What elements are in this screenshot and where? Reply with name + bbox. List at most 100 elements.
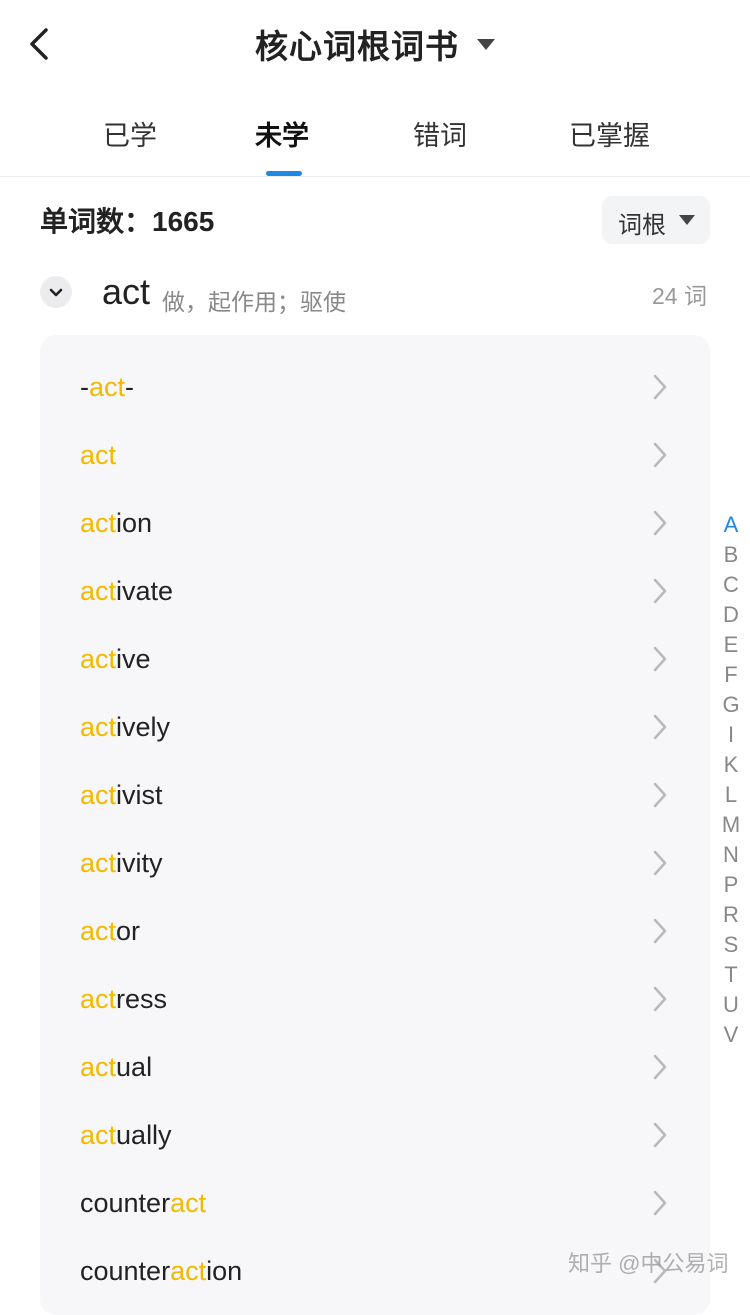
- word-count: 单词数：1665: [40, 206, 215, 237]
- root-highlight: act: [80, 1052, 117, 1082]
- caret-down-icon: [679, 215, 695, 225]
- alphabet-index-letter[interactable]: L: [718, 780, 744, 810]
- tab-wrong-words[interactable]: 错词: [413, 114, 467, 153]
- root-highlight: act: [80, 508, 117, 538]
- word-label: counteract: [80, 1188, 206, 1219]
- word-label: actor: [80, 916, 140, 947]
- alphabet-index-letter[interactable]: B: [718, 540, 744, 570]
- sort-label: 词根: [618, 212, 666, 239]
- word-suffix: ivist: [116, 780, 163, 810]
- word-label: act: [80, 440, 116, 471]
- word-label: counteraction: [80, 1256, 242, 1287]
- alphabet-index-letter[interactable]: U: [718, 990, 744, 1020]
- word-row[interactable]: activate: [40, 558, 710, 626]
- alphabet-index-letter[interactable]: T: [718, 960, 744, 990]
- chevron-right-icon: [653, 1122, 667, 1148]
- word-suffix: -: [125, 372, 135, 402]
- root-highlight: act: [80, 984, 117, 1014]
- word-row[interactable]: active: [40, 626, 710, 694]
- word-label: activist: [80, 780, 163, 811]
- word-row[interactable]: actress: [40, 966, 710, 1034]
- chevron-right-icon: [653, 578, 667, 604]
- word-prefix: -: [80, 372, 89, 402]
- word-row[interactable]: actually: [40, 1102, 710, 1170]
- alphabet-index-letter[interactable]: F: [718, 660, 744, 690]
- chevron-right-icon: [653, 442, 667, 468]
- word-label: activate: [80, 576, 173, 607]
- root-highlight: act: [80, 440, 117, 470]
- root-highlight: act: [80, 780, 117, 810]
- word-row[interactable]: act: [40, 422, 710, 490]
- word-label: actually: [80, 1120, 172, 1151]
- root-highlight: act: [80, 1120, 117, 1150]
- word-prefix: counter: [80, 1188, 171, 1218]
- tab-learned[interactable]: 已学: [103, 114, 157, 153]
- tab-unlearned[interactable]: 未学: [255, 114, 309, 153]
- word-suffix: ivate: [116, 576, 174, 606]
- caret-down-icon: [477, 38, 495, 50]
- word-label: active: [80, 644, 151, 675]
- root-highlight: act: [89, 372, 126, 402]
- word-suffix: ive: [116, 644, 151, 674]
- watermark: 知乎 @中公易词: [568, 1251, 729, 1276]
- word-suffix: or: [116, 916, 141, 946]
- root-meaning: 做，起作用；驱使: [162, 289, 346, 315]
- word-row[interactable]: actively: [40, 694, 710, 762]
- chevron-right-icon: [653, 850, 667, 876]
- word-list: -act-act action activate active actively acti…: [40, 335, 710, 1315]
- alphabet-index-letter[interactable]: K: [718, 750, 744, 780]
- chevron-right-icon: [653, 1190, 667, 1216]
- word-row[interactable]: actual: [40, 1034, 710, 1102]
- chevron-right-icon: [653, 782, 667, 808]
- word-suffix: ion: [116, 508, 153, 538]
- alphabet-index-letter[interactable]: E: [718, 630, 744, 660]
- alphabet-index-letter[interactable]: N: [718, 840, 744, 870]
- alphabet-index-letter[interactable]: A: [718, 510, 744, 540]
- word-row[interactable]: action: [40, 490, 710, 558]
- word-suffix: ress: [116, 984, 168, 1014]
- chevron-right-icon: [653, 646, 667, 672]
- root-highlight: act: [170, 1188, 207, 1218]
- root-highlight: act: [80, 916, 117, 946]
- alphabet-index-letter[interactable]: R: [718, 900, 744, 930]
- word-row[interactable]: activity: [40, 830, 710, 898]
- root-highlight: act: [80, 848, 117, 878]
- page-title: 核心词根词书: [255, 28, 459, 65]
- tab-mastered[interactable]: 已掌握: [569, 114, 650, 153]
- word-label: activity: [80, 848, 163, 879]
- active-tab-indicator: [266, 171, 302, 176]
- word-suffix: ual: [116, 1052, 153, 1082]
- sort-dropdown[interactable]: 词根: [602, 196, 710, 244]
- alphabet-index-letter[interactable]: G: [718, 690, 744, 720]
- alphabet-index-letter[interactable]: V: [718, 1020, 744, 1050]
- word-suffix: ually: [116, 1120, 172, 1150]
- word-label: actual: [80, 1052, 152, 1083]
- root-highlight: act: [80, 576, 117, 606]
- alphabet-index-letter[interactable]: I: [718, 720, 744, 750]
- chevron-down-icon: [49, 288, 63, 297]
- word-row[interactable]: actor: [40, 898, 710, 966]
- word-label: actress: [80, 984, 167, 1015]
- chevron-right-icon: [653, 918, 667, 944]
- alphabet-index-letter[interactable]: C: [718, 570, 744, 600]
- collapse-toggle-button[interactable]: [40, 276, 72, 308]
- alphabet-index-letter[interactable]: M: [718, 810, 744, 840]
- word-row[interactable]: activist: [40, 762, 710, 830]
- chevron-right-icon: [653, 374, 667, 400]
- root-word-count: 24 词: [652, 283, 707, 309]
- word-suffix: ively: [116, 712, 171, 742]
- chevron-right-icon: [653, 714, 667, 740]
- alphabet-index-letter[interactable]: D: [718, 600, 744, 630]
- word-prefix: counter: [80, 1256, 171, 1286]
- word-row[interactable]: -act-: [40, 354, 710, 422]
- chevron-right-icon: [653, 1054, 667, 1080]
- book-selector[interactable]: 核心词根词书: [0, 20, 750, 68]
- root-highlight: act: [170, 1256, 207, 1286]
- word-label: actively: [80, 712, 170, 743]
- word-row[interactable]: counteract: [40, 1170, 710, 1238]
- alphabet-index-letter[interactable]: S: [718, 930, 744, 960]
- chevron-right-icon: [653, 510, 667, 536]
- alphabet-index-letter[interactable]: P: [718, 870, 744, 900]
- word-suffix: ivity: [116, 848, 163, 878]
- app-header: 核心词根词书: [0, 0, 750, 90]
